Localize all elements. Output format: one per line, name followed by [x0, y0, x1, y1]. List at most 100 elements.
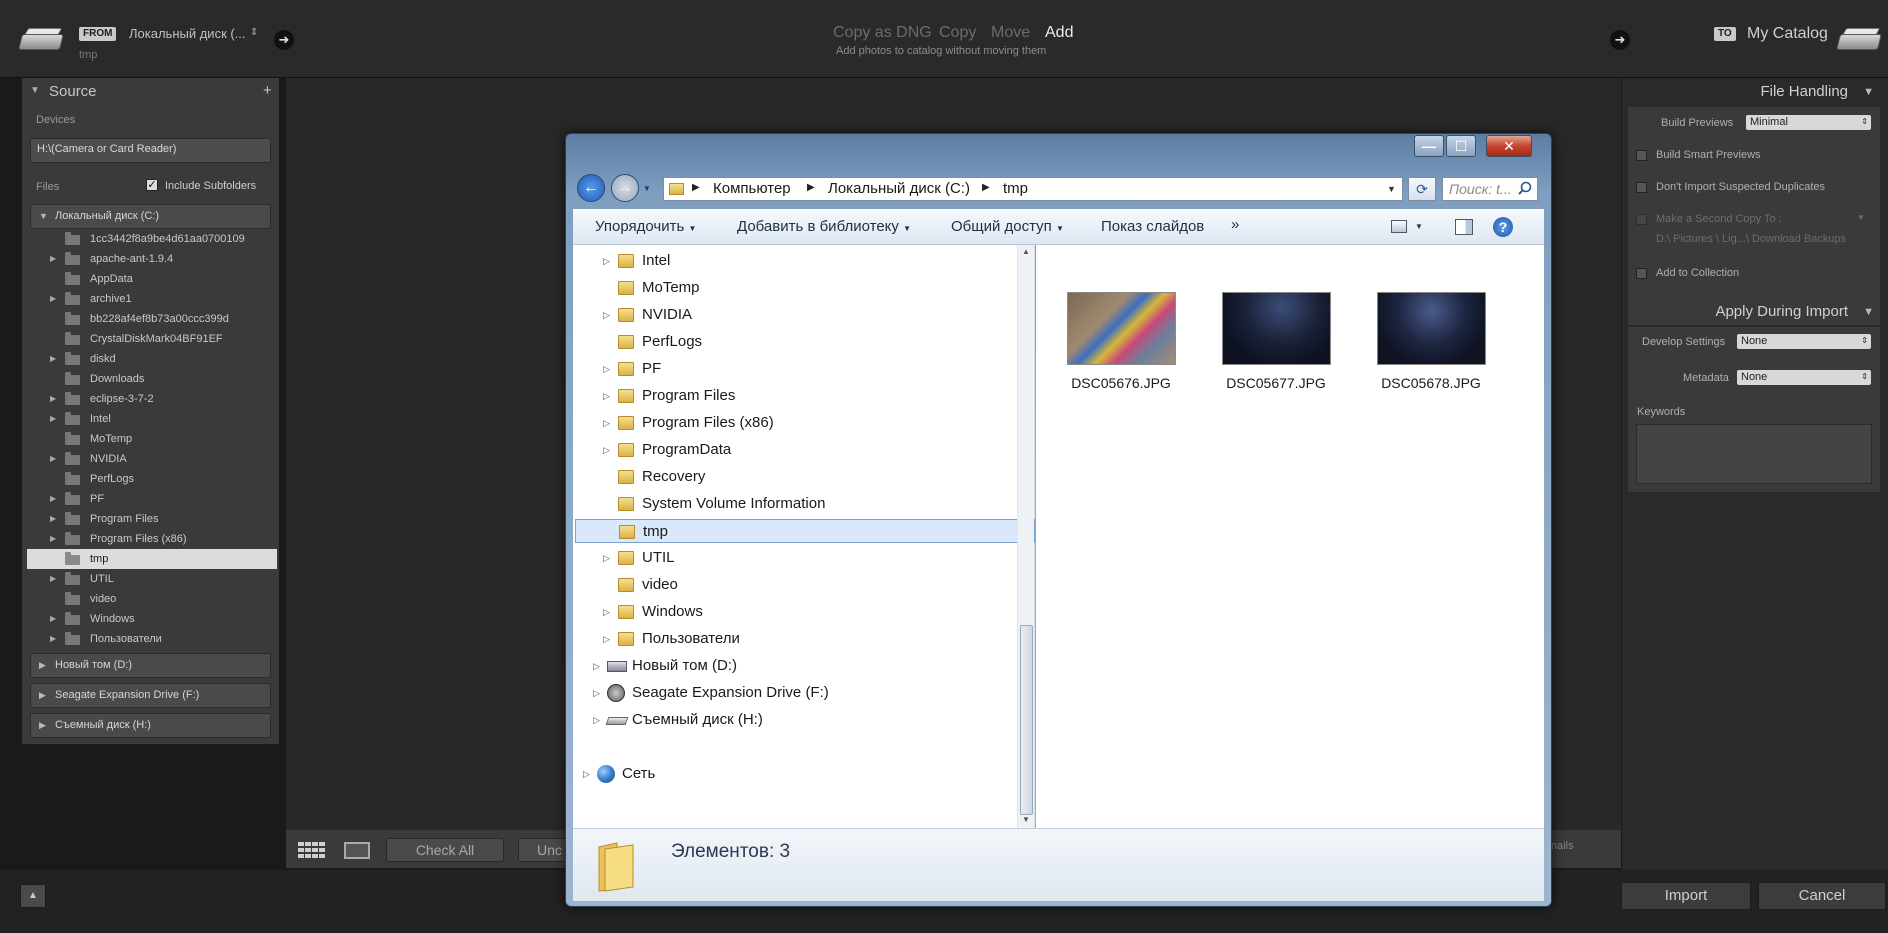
- expand-icon[interactable]: ▶: [50, 249, 56, 269]
- folder-row[interactable]: ▶ archive1: [27, 289, 277, 309]
- breadcrumb-separator-icon[interactable]: ▶: [982, 182, 990, 193]
- folder-row[interactable]: ▶ apache-ant-1.9.4: [27, 249, 277, 269]
- expand-icon[interactable]: ▶: [50, 389, 56, 409]
- tree-item-drive-h[interactable]: ▷ Съемный диск (H:): [573, 708, 1017, 732]
- tree-item-motemp[interactable]: MoTemp: [573, 276, 1017, 300]
- expand-icon[interactable]: ▶: [50, 529, 56, 549]
- folder-row[interactable]: bb228af4ef8b73a00ccc399d: [27, 309, 277, 329]
- tree-item-windows[interactable]: ▷ Windows: [573, 600, 1017, 624]
- address-bar[interactable]: ▶ Компьютер ▶ Локальный диск (C:) ▶ tmp …: [663, 177, 1403, 201]
- refresh-icon[interactable]: ⟳: [1408, 177, 1436, 201]
- breadcrumb-separator-icon[interactable]: ▶: [807, 182, 815, 193]
- preview-pane-icon[interactable]: [1455, 219, 1473, 235]
- folder-row[interactable]: ▶ Windows: [27, 609, 277, 629]
- expand-icon[interactable]: ▷: [603, 438, 610, 462]
- mode-copy-dng[interactable]: Copy as DNG: [833, 24, 932, 42]
- tree-item-nvidia[interactable]: ▷ NVIDIA: [573, 303, 1017, 327]
- expand-icon[interactable]: ▷: [593, 654, 600, 678]
- scroll-up-icon[interactable]: ▲: [1022, 247, 1030, 256]
- expand-icon[interactable]: ▶: [50, 609, 56, 629]
- folder-row[interactable]: video: [27, 589, 277, 609]
- grid-view-icon[interactable]: [297, 840, 327, 860]
- folder-row[interactable]: MoTemp: [27, 429, 277, 449]
- no-duplicates-checkbox[interactable]: [1636, 182, 1647, 193]
- expand-icon[interactable]: ▷: [583, 762, 590, 786]
- mode-copy[interactable]: Copy: [939, 24, 976, 42]
- nav-scrollbar[interactable]: ▲ ▼: [1017, 245, 1034, 828]
- expand-icon[interactable]: ▷: [603, 384, 610, 408]
- tree-item-drive-d[interactable]: ▷ Новый том (D:): [573, 654, 1017, 678]
- uncheck-all-button[interactable]: Unc: [518, 838, 568, 862]
- file-item[interactable]: DSC05677.JPG: [1191, 292, 1331, 412]
- folder-row[interactable]: ▶ Пользователи: [27, 629, 277, 649]
- expand-icon[interactable]: ▶: [50, 489, 56, 509]
- folder-row[interactable]: ▶ diskd: [27, 349, 277, 369]
- tree-item-drive-f[interactable]: ▷ Seagate Expansion Drive (F:): [573, 681, 1017, 705]
- loupe-view-icon[interactable]: [344, 842, 370, 859]
- folder-row[interactable]: CrystalDiskMark04BF91EF: [27, 329, 277, 349]
- drive-h[interactable]: ▶ Съемный диск (H:): [30, 713, 271, 738]
- drive-c[interactable]: ▼ Локальный диск (C:): [30, 204, 271, 229]
- folder-row[interactable]: ▶ UTIL: [27, 569, 277, 589]
- import-button[interactable]: Import: [1621, 882, 1751, 910]
- keywords-input[interactable]: [1636, 424, 1872, 484]
- expand-icon[interactable]: ▷: [603, 546, 610, 570]
- tree-item-perflogs[interactable]: PerfLogs: [573, 330, 1017, 354]
- drive-f[interactable]: ▶ Seagate Expansion Drive (F:): [30, 683, 271, 708]
- expand-icon[interactable]: ▷: [603, 411, 610, 435]
- drive-d[interactable]: ▶ Новый том (D:): [30, 653, 271, 678]
- view-options-icon[interactable]: [1391, 220, 1407, 233]
- expand-icon[interactable]: ▶: [50, 509, 56, 529]
- add-to-library-menu[interactable]: Добавить в библиотеку ▼: [737, 218, 911, 235]
- apply-during-import-collapse-icon[interactable]: ▼: [1863, 306, 1874, 318]
- destination-arrow-icon[interactable]: ➜: [1610, 30, 1630, 50]
- device-card-reader[interactable]: H:\(Camera or Card Reader): [30, 138, 271, 163]
- expand-icon[interactable]: ▷: [603, 600, 610, 624]
- folder-row[interactable]: ▶ Program Files (x86): [27, 529, 277, 549]
- second-copy-dropdown-icon[interactable]: ▼: [1857, 213, 1865, 222]
- breadcrumb-separator-icon[interactable]: ▶: [692, 182, 700, 193]
- folder-row-selected[interactable]: tmp: [27, 549, 277, 569]
- tree-item-users[interactable]: ▷ Пользователи: [573, 627, 1017, 651]
- tree-item-programdata[interactable]: ▷ ProgramData: [573, 438, 1017, 462]
- folder-row[interactable]: ▶ NVIDIA: [27, 449, 277, 469]
- expand-icon[interactable]: ▷: [603, 357, 610, 381]
- check-all-button[interactable]: Check All: [386, 838, 504, 862]
- add-to-collection-checkbox[interactable]: [1636, 268, 1647, 279]
- develop-settings-select[interactable]: None ⇕: [1737, 334, 1871, 349]
- view-dropdown-icon[interactable]: ▼: [1415, 222, 1423, 231]
- close-button[interactable]: ✕: [1486, 135, 1532, 157]
- search-icon[interactable]: [1518, 181, 1532, 195]
- folder-row[interactable]: PerfLogs: [27, 469, 277, 489]
- expand-icon[interactable]: ▶: [50, 569, 56, 589]
- expand-icon[interactable]: ▶: [50, 349, 56, 369]
- include-subfolders-checkbox[interactable]: ✓: [146, 179, 158, 191]
- breadcrumb-computer[interactable]: Компьютер: [713, 180, 791, 197]
- cancel-button[interactable]: Cancel: [1758, 882, 1886, 910]
- tree-item-video[interactable]: video: [573, 573, 1017, 597]
- expand-icon[interactable]: ▷: [603, 303, 610, 327]
- expand-icon[interactable]: ▶: [50, 409, 56, 429]
- mode-add[interactable]: Add: [1045, 24, 1073, 42]
- history-dropdown-icon[interactable]: ▼: [643, 184, 651, 193]
- share-menu[interactable]: Общий доступ ▼: [951, 218, 1064, 235]
- tree-item-recovery[interactable]: Recovery: [573, 465, 1017, 489]
- file-handling-collapse-icon[interactable]: ▼: [1863, 86, 1874, 98]
- source-selector[interactable]: Локальный диск (...: [129, 26, 246, 41]
- expand-icon[interactable]: ▷: [593, 708, 600, 732]
- source-collapse-icon[interactable]: ▼: [30, 85, 40, 96]
- folder-row[interactable]: AppData: [27, 269, 277, 289]
- tree-item-program-files-x86[interactable]: ▷ Program Files (x86): [573, 411, 1017, 435]
- tree-item-tmp-selected[interactable]: tmp: [575, 519, 1035, 543]
- slideshow-button[interactable]: Показ слайдов: [1101, 218, 1204, 235]
- tree-item-util[interactable]: ▷ UTIL: [573, 546, 1017, 570]
- tree-item-pf[interactable]: ▷ PF: [573, 357, 1017, 381]
- folder-row[interactable]: ▶ Program Files: [27, 509, 277, 529]
- breadcrumb-drive-c[interactable]: Локальный диск (C:): [828, 180, 970, 197]
- second-copy-checkbox[interactable]: [1636, 214, 1647, 225]
- folder-row[interactable]: ▶ PF: [27, 489, 277, 509]
- breadcrumb-tmp[interactable]: tmp: [1003, 180, 1028, 197]
- help-icon[interactable]: ?: [1493, 217, 1513, 237]
- organize-menu[interactable]: Упорядочить ▼: [595, 218, 696, 235]
- tree-item-network[interactable]: ▷ Сеть: [573, 762, 1017, 786]
